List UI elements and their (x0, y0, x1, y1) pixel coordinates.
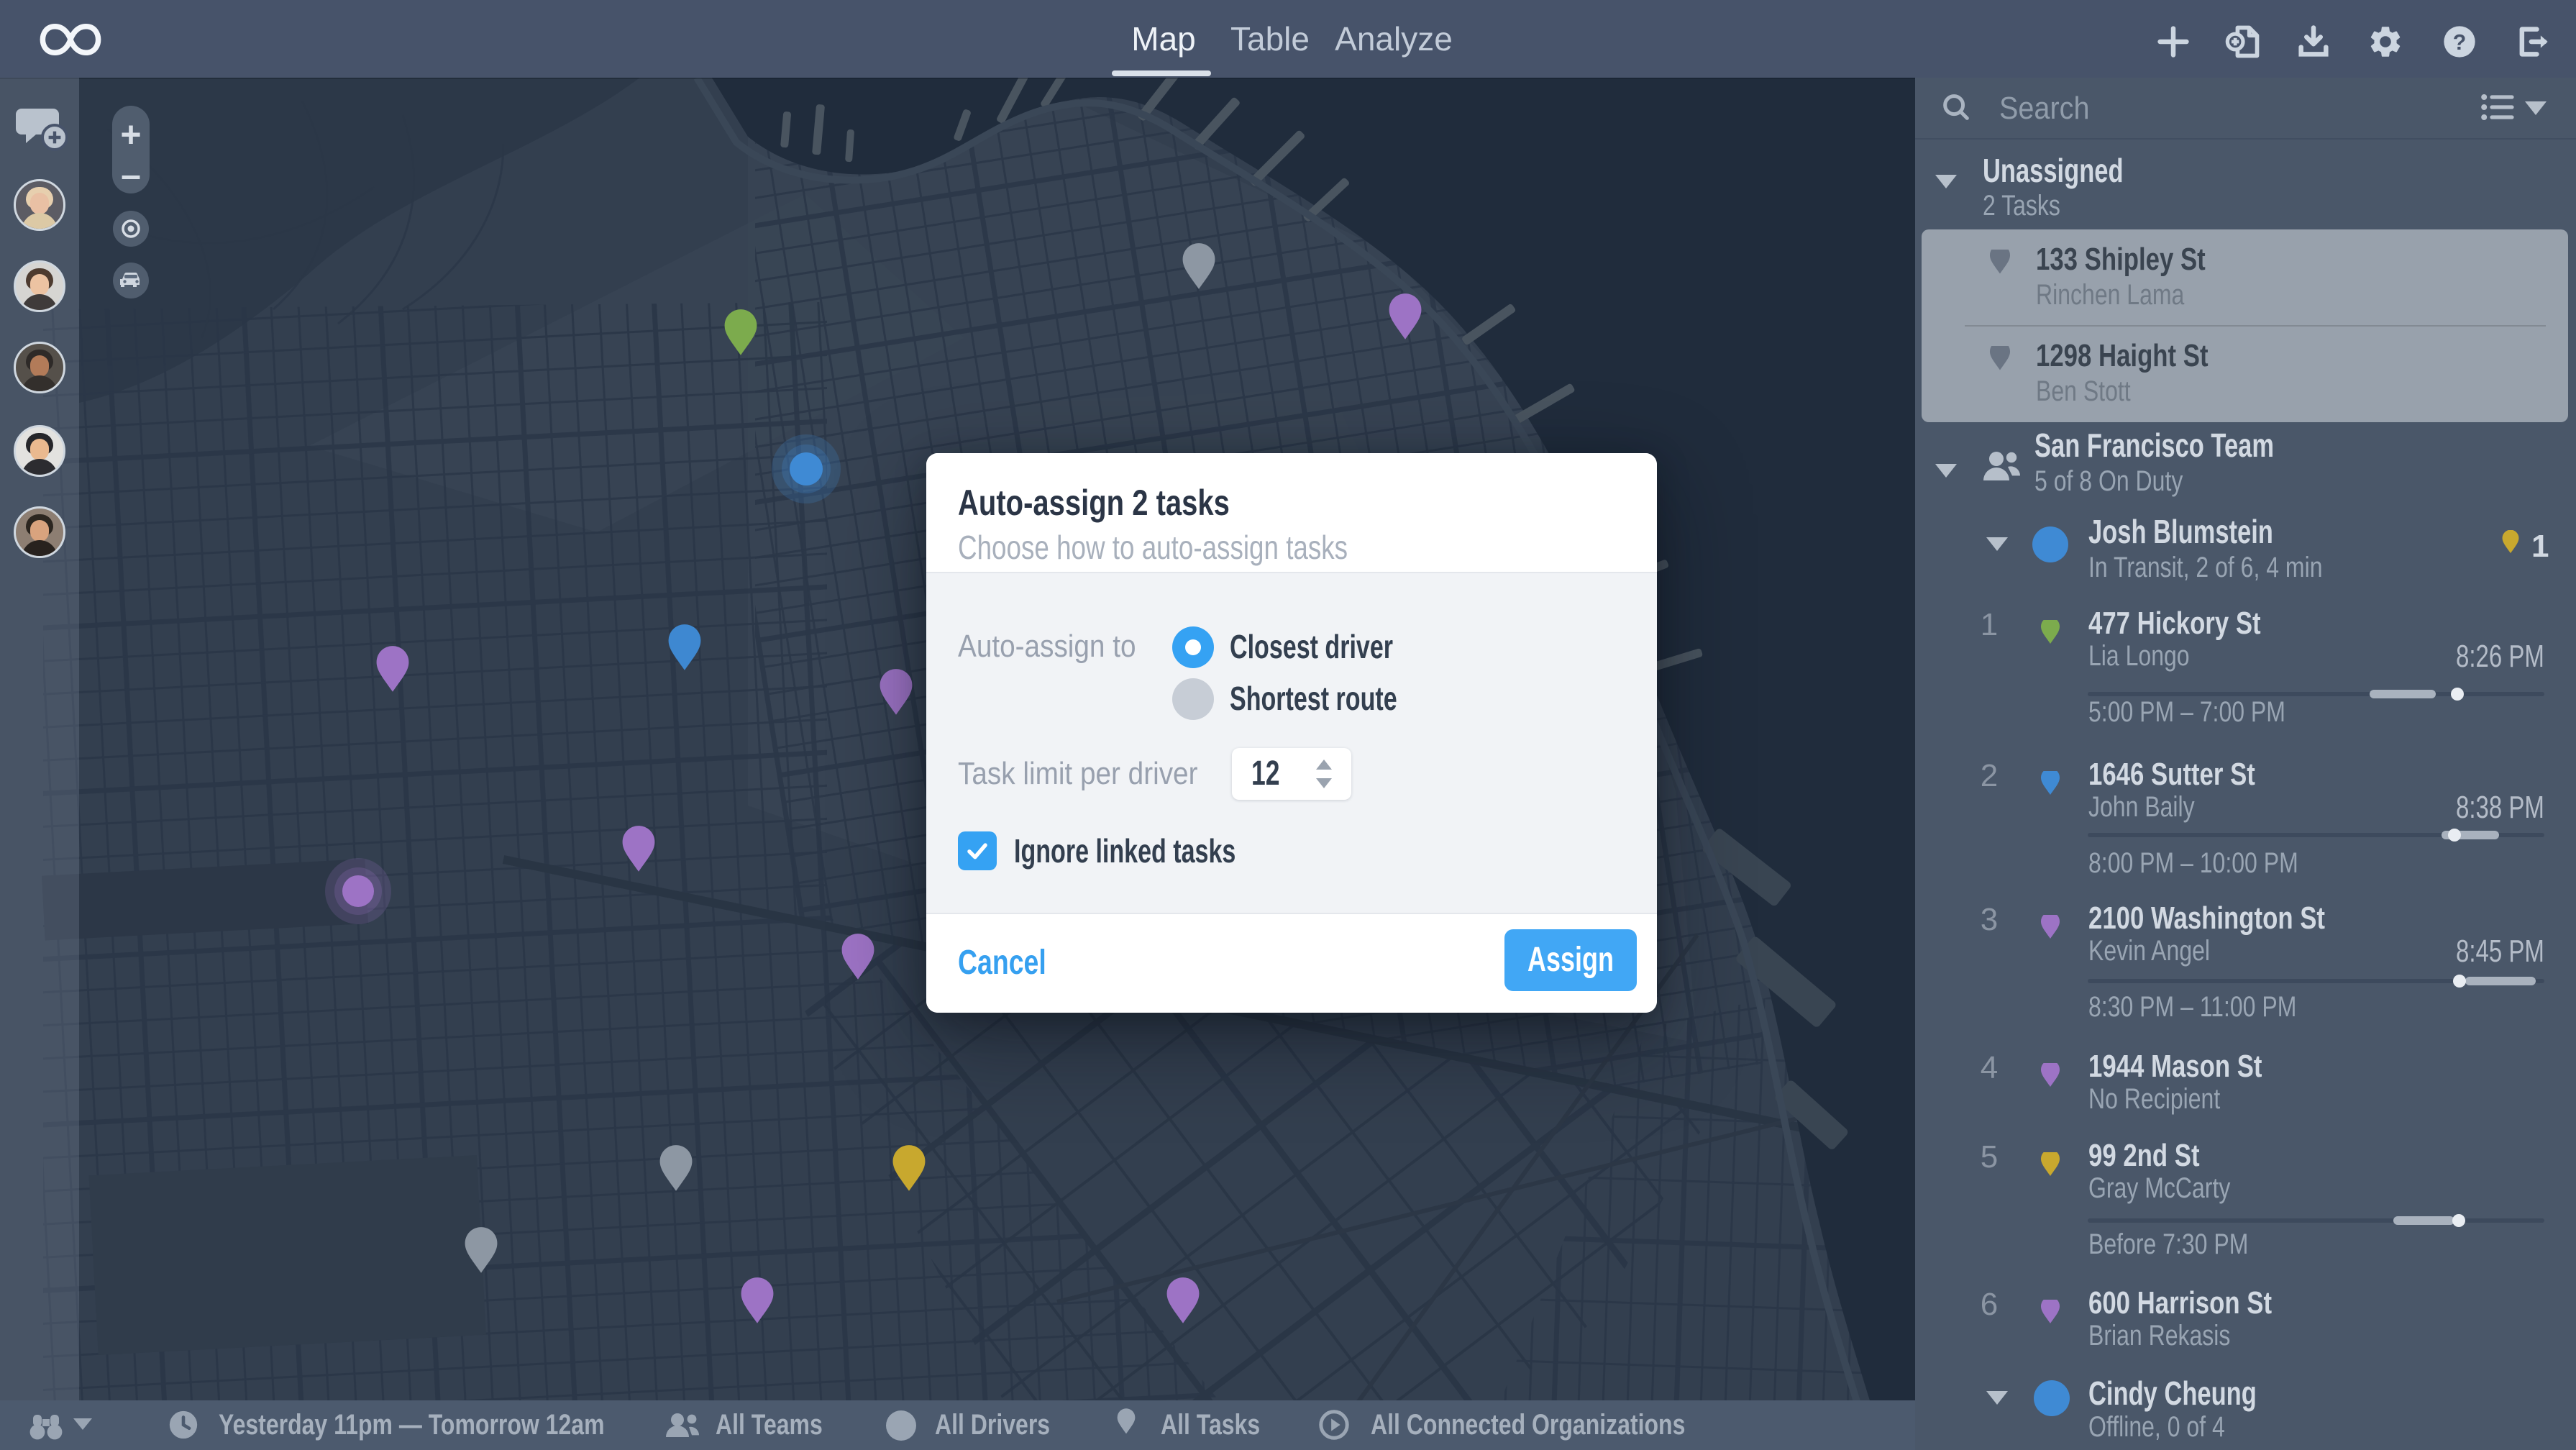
svg-text:?: ? (2453, 31, 2467, 55)
